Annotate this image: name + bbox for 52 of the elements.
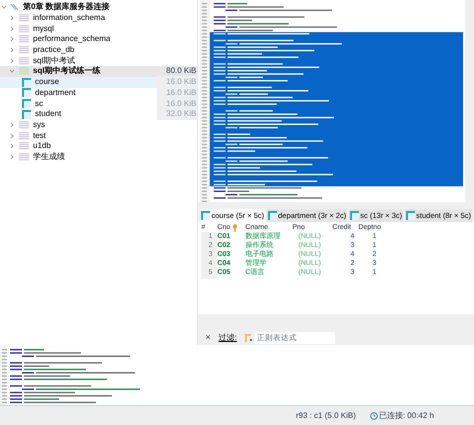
tree-item[interactable]: practice_db [33, 44, 196, 56]
expand-chevron-icon[interactable] [9, 58, 15, 64]
database-icon [19, 67, 29, 76]
database-icon [19, 14, 29, 22]
table-icon [350, 210, 360, 220]
clock-icon [370, 412, 378, 420]
tree-item[interactable]: information_schema [33, 12, 196, 24]
expand-chevron-icon[interactable] [9, 122, 15, 128]
regex-icon [244, 334, 253, 342]
tree-item[interactable]: department 16.0 KiB [0, 88, 198, 98]
key-icon [232, 224, 238, 232]
tree-item[interactable]: sql期中考试 [33, 54, 196, 67]
database-icon [19, 24, 29, 33]
table-icon [406, 210, 416, 220]
expand-chevron-icon[interactable] [9, 15, 15, 22]
expand-chevron-icon[interactable] [9, 154, 15, 160]
expand-chevron-icon[interactable] [9, 132, 15, 139]
tree-item[interactable]: course 16.0 KiB [0, 76, 198, 88]
table-icon [22, 110, 31, 119]
filter-label: 过滤: [218, 332, 237, 344]
database-icon [19, 56, 29, 65]
tree-item[interactable]: sys [33, 118, 196, 131]
table-icon [22, 99, 31, 108]
cursor-position: r93 : c1 (5.0 KiB) [296, 410, 356, 422]
table-icon [22, 88, 31, 98]
tree-item[interactable]: test [33, 130, 196, 142]
tree-item-label: sql期中考试练一练 [33, 65, 102, 78]
expand-chevron-icon[interactable] [9, 47, 15, 54]
database-icon [19, 142, 29, 150]
tree-item[interactable]: student 32.0 KiB [0, 108, 198, 120]
database-icon [19, 35, 29, 44]
tree-item[interactable]: mysql [33, 22, 196, 35]
expand-chevron-icon[interactable] [9, 36, 15, 42]
tree-item[interactable]: performance_schema [33, 33, 196, 46]
collapse-chevron-icon[interactable] [1, 4, 7, 10]
tree-item[interactable]: u1db [33, 140, 196, 152]
table-icon [22, 78, 31, 87]
tree-item[interactable]: 学生成绩 [33, 150, 196, 163]
table-icon [201, 210, 210, 220]
database-icon [19, 120, 29, 129]
tree-item[interactable]: 第0章 数据库服务器连接 [23, 1, 110, 14]
database-icon [19, 132, 29, 140]
expand-chevron-icon[interactable] [9, 143, 15, 150]
collapse-chevron-icon[interactable] [9, 68, 15, 74]
tree-item[interactable]: sql期中考试练一练 80.0 KiB [0, 66, 198, 77]
expand-chevron-icon[interactable] [9, 26, 15, 32]
table-icon [268, 210, 278, 220]
close-button[interactable]: × [205, 330, 211, 344]
database-icon [19, 152, 29, 161]
database-icon [19, 46, 29, 54]
connection-time: 已连接: 00:42 h [378, 410, 434, 422]
size-label: 80.0 KiB [166, 65, 196, 78]
